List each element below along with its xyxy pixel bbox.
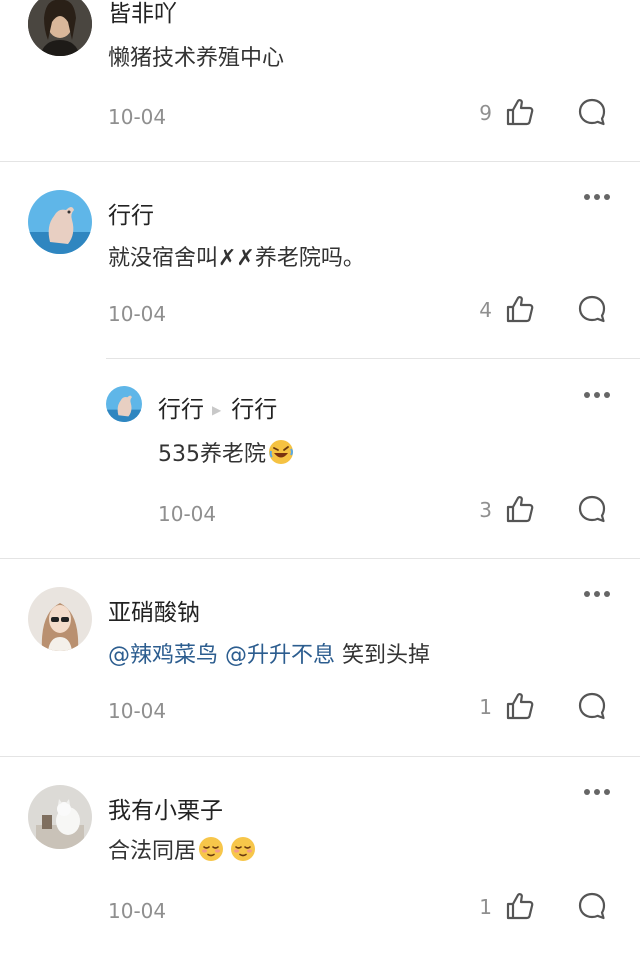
mention-link[interactable]: @升升不息	[225, 643, 335, 668]
comment-bubble-icon[interactable]	[577, 294, 607, 324]
avatar[interactable]	[28, 587, 92, 651]
thumbs-up-icon[interactable]	[505, 294, 535, 324]
comment-bubble-icon[interactable]	[577, 691, 607, 721]
thumbs-up-icon[interactable]	[505, 891, 535, 921]
avatar[interactable]	[28, 190, 92, 254]
comment-text: 合法同居	[108, 839, 197, 864]
username[interactable]: 皆非吖	[108, 0, 177, 28]
rolling-laughing-emoji-icon	[268, 439, 294, 465]
comment-date: 10-04	[158, 502, 217, 526]
comment-text-line: @辣鸡菜鸟 @升升不息 笑到头掉	[108, 637, 430, 669]
comment-bubble-icon[interactable]	[577, 891, 607, 921]
reply-text-line: 535养老院	[158, 436, 294, 468]
comment-text: 535养老院	[158, 442, 266, 467]
username[interactable]: 我有小栗子	[108, 791, 223, 825]
comment-date: 10-04	[108, 899, 167, 923]
relieved-face-emoji-icon	[230, 836, 256, 862]
comment-text: 就没宿舍叫✗✗养老院吗。	[108, 246, 365, 271]
like-count: 4	[479, 298, 492, 322]
comment-date: 10-04	[108, 699, 167, 723]
mention-link[interactable]: @辣鸡菜鸟	[108, 643, 218, 668]
more-options-icon[interactable]	[582, 192, 612, 202]
username[interactable]: 行行	[108, 196, 154, 230]
avatar[interactable]	[28, 785, 92, 849]
avatar[interactable]	[106, 386, 142, 422]
comment-item: 皆非吖 懒猪技术养殖中心 10-04 9	[0, 0, 640, 162]
thumbs-up-icon[interactable]	[505, 494, 535, 524]
like-count: 1	[479, 895, 492, 919]
more-options-icon[interactable]	[582, 589, 612, 599]
comment-text: 笑到头掉	[342, 643, 431, 668]
thumbs-up-icon[interactable]	[505, 691, 535, 721]
like-count: 3	[479, 498, 492, 522]
reply-divider	[106, 358, 640, 359]
reply-header: 行行 ▶ 行行	[158, 390, 277, 424]
thumbs-up-icon[interactable]	[505, 97, 535, 127]
reply-to-username[interactable]: 行行	[231, 397, 277, 423]
comment-date: 10-04	[108, 302, 167, 326]
comment-item: 我有小栗子 合法同居 10-04 1	[0, 757, 640, 957]
comment-text: 懒猪技术养殖中心	[108, 46, 285, 71]
avatar[interactable]	[28, 0, 92, 56]
like-count: 9	[479, 101, 492, 125]
comment-bubble-icon[interactable]	[577, 97, 607, 127]
username[interactable]: 亚硝酸钠	[108, 593, 200, 627]
comment-text-line: 合法同居	[108, 833, 256, 865]
comment-bubble-icon[interactable]	[577, 494, 607, 524]
more-options-icon[interactable]	[582, 390, 612, 400]
like-count: 1	[479, 695, 492, 719]
comment-date: 10-04	[108, 105, 167, 129]
more-options-icon[interactable]	[582, 787, 612, 797]
comment-item: 行行 就没宿舍叫✗✗养老院吗。 10-04 4 行行 ▶ 行行 535养老院 10-…	[0, 162, 640, 558]
comment-item: 亚硝酸钠 @辣鸡菜鸟 @升升不息 笑到头掉 10-04 1	[0, 559, 640, 756]
relieved-face-emoji-icon	[198, 836, 224, 862]
username[interactable]: 行行	[158, 397, 204, 423]
triangle-right-icon: ▶	[212, 403, 222, 417]
